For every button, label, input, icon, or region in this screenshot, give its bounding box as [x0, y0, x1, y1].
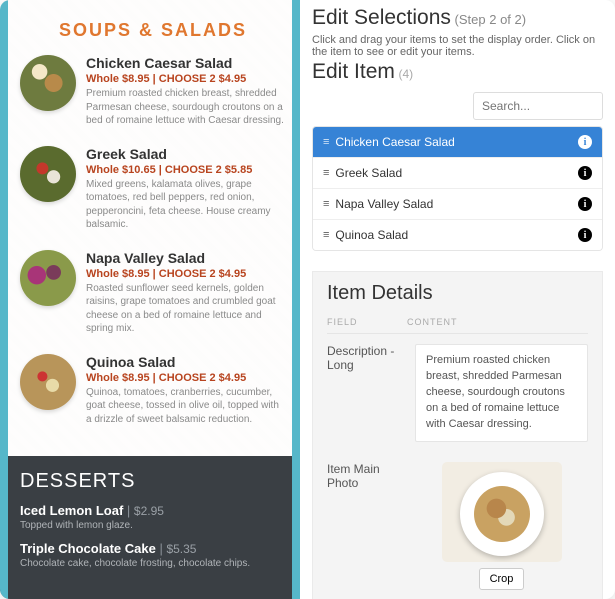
menu-item-name: Chicken Caesar Salad	[86, 55, 286, 71]
grip-icon[interactable]: ≡	[323, 198, 329, 210]
app-root: SOUPS & SALADS Chicken Caesar Salad Whol…	[0, 0, 615, 599]
menu-item-desc: Quinoa, tomatoes, cranberries, cucumber,…	[86, 386, 286, 427]
grip-icon[interactable]: ≡	[323, 229, 329, 241]
item-photo[interactable]	[442, 462, 562, 562]
menu-item: Quinoa Salad Whole $8.95 | CHOOSE 2 $4.9…	[20, 354, 286, 427]
menu-item: Chicken Caesar Salad Whole $8.95 | CHOOS…	[20, 55, 286, 128]
dessert-name: Iced Lemon Loaf	[20, 503, 123, 518]
menu-item-price: Whole $8.95 | CHOOSE 2 $4.95	[86, 73, 286, 85]
help-text: Click and drag your items to set the dis…	[312, 34, 603, 58]
list-item[interactable]: ≡ Napa Valley Salad i	[313, 189, 602, 220]
dessert-desc: Chocolate cake, chocolate frosting, choc…	[20, 558, 280, 569]
desserts-section: DESSERTS Iced Lemon Loaf | $2.95 Topped …	[0, 456, 300, 599]
menu-scroll: SOUPS & SALADS Chicken Caesar Salad Whol…	[0, 0, 300, 456]
search-row	[312, 92, 603, 120]
item-details-panel: Item Details FIELD CONTENT Description -…	[312, 271, 603, 599]
dessert-price: $2.95	[134, 504, 164, 518]
separator: |	[156, 541, 167, 556]
menu-item: Greek Salad Whole $10.65 | CHOOSE 2 $5.8…	[20, 146, 286, 232]
menu-item-price: Whole $10.65 | CHOOSE 2 $5.85	[86, 164, 286, 176]
edit-selections-title: Edit Selections	[312, 6, 451, 29]
col-field: FIELD	[327, 317, 407, 327]
info-icon[interactable]: i	[578, 166, 592, 180]
menu-item-body: Chicken Caesar Salad Whole $8.95 | CHOOS…	[86, 55, 286, 128]
edit-item-title: Edit Item	[312, 60, 395, 83]
menu-item-desc: Premium roasted chicken breast, shredded…	[86, 87, 286, 128]
menu-item-price: Whole $8.95 | CHOOSE 2 $4.95	[86, 268, 286, 280]
field-label: Description - Long	[327, 344, 407, 442]
edit-selections-header: Edit Selections (Step 2 of 2)	[312, 6, 603, 30]
list-item-label: Quinoa Salad	[335, 228, 408, 242]
dessert-name: Triple Chocolate Cake	[20, 541, 156, 556]
list-item-label: Greek Salad	[335, 166, 402, 180]
menu-item-desc: Mixed greens, kalamata olives, grape tom…	[86, 178, 286, 232]
crop-button[interactable]: Crop	[479, 568, 525, 590]
menu-item-desc: Roasted sunflower seed kernels, golden r…	[86, 282, 286, 336]
info-icon[interactable]: i	[578, 197, 592, 211]
menu-item-thumb	[20, 146, 76, 202]
detail-row-description: Description - Long Premium roasted chick…	[327, 334, 588, 452]
info-icon[interactable]: i	[578, 228, 592, 242]
dessert-desc: Topped with lemon glaze.	[20, 520, 280, 531]
description-input[interactable]: Premium roasted chicken breast, shredded…	[415, 344, 588, 442]
list-item-label: Napa Valley Salad	[335, 197, 433, 211]
menu-item-thumb	[20, 55, 76, 111]
item-details-title: Item Details	[327, 282, 588, 305]
edit-item-header: Edit Item (4)	[312, 60, 603, 84]
menu-item-name: Napa Valley Salad	[86, 250, 286, 266]
search-input[interactable]	[473, 92, 603, 120]
list-item[interactable]: ≡ Quinoa Salad i	[313, 220, 602, 250]
menu-item-thumb	[20, 354, 76, 410]
menu-item-body: Quinoa Salad Whole $8.95 | CHOOSE 2 $4.9…	[86, 354, 286, 427]
section-title-soups: SOUPS & SALADS	[20, 20, 286, 41]
item-count: (4)	[399, 67, 414, 81]
section-title-desserts: DESSERTS	[20, 470, 280, 493]
editor-pane: Edit Selections (Step 2 of 2) Click and …	[300, 0, 615, 599]
grip-icon[interactable]: ≡	[323, 136, 329, 148]
grip-icon[interactable]: ≡	[323, 167, 329, 179]
item-list: ≡ Chicken Caesar Salad i ≡ Greek Salad i…	[312, 126, 603, 251]
list-item[interactable]: ≡ Chicken Caesar Salad i	[313, 127, 602, 158]
menu-item-price: Whole $8.95 | CHOOSE 2 $4.95	[86, 372, 286, 384]
dessert-item: Triple Chocolate Cake | $5.35 Chocolate …	[20, 541, 280, 569]
list-item-label: Chicken Caesar Salad	[335, 135, 454, 149]
photo-wrap: Crop	[415, 462, 588, 590]
dessert-item: Iced Lemon Loaf | $2.95 Topped with lemo…	[20, 503, 280, 531]
menu-item-body: Napa Valley Salad Whole $8.95 | CHOOSE 2…	[86, 250, 286, 336]
menu-item-thumb	[20, 250, 76, 306]
details-header-row: FIELD CONTENT	[327, 313, 588, 334]
field-label: Item Main Photo	[327, 462, 407, 590]
step-indicator: (Step 2 of 2)	[455, 12, 527, 27]
col-content: CONTENT	[407, 317, 458, 327]
detail-row-photo: Item Main Photo Crop	[327, 452, 588, 599]
menu-preview-pane: SOUPS & SALADS Chicken Caesar Salad Whol…	[0, 0, 300, 599]
separator: |	[123, 503, 134, 518]
info-icon[interactable]: i	[578, 135, 592, 149]
dessert-price: $5.35	[166, 542, 196, 556]
menu-item: Napa Valley Salad Whole $8.95 | CHOOSE 2…	[20, 250, 286, 336]
plate-icon	[460, 472, 544, 556]
menu-item-body: Greek Salad Whole $10.65 | CHOOSE 2 $5.8…	[86, 146, 286, 232]
menu-item-name: Quinoa Salad	[86, 354, 286, 370]
menu-item-name: Greek Salad	[86, 146, 286, 162]
list-item[interactable]: ≡ Greek Salad i	[313, 158, 602, 189]
